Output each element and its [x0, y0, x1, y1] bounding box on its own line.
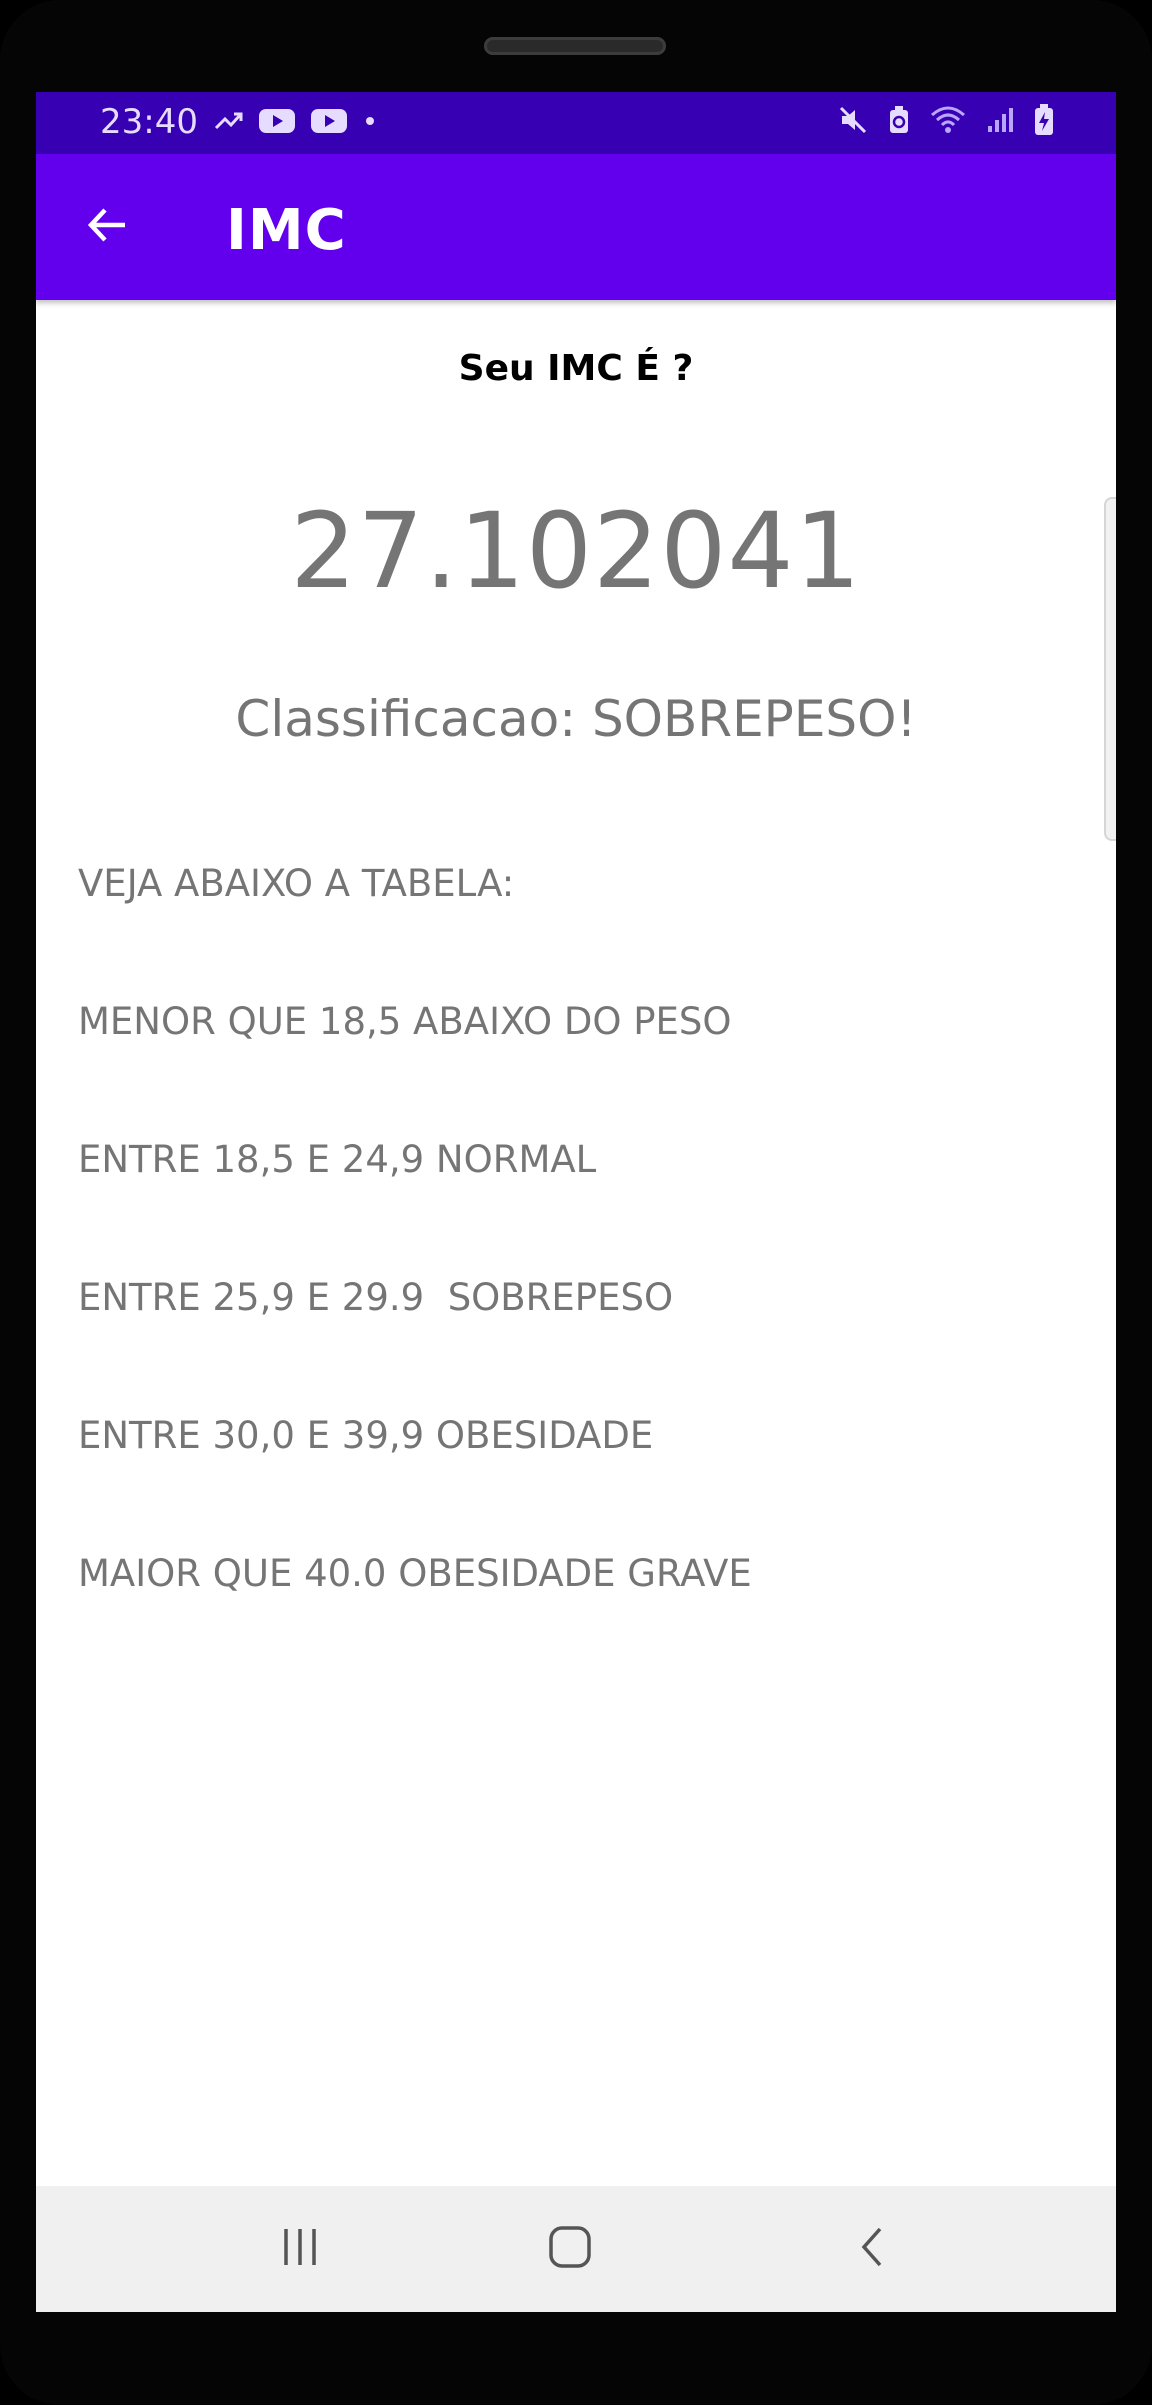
table-row: ENTRE 18,5 E 24,9 NORMAL [78, 1138, 597, 1181]
system-nav-bar [36, 2186, 1116, 2312]
signal-icon [986, 106, 1014, 138]
home-icon [546, 2223, 594, 2275]
youtube-icon [258, 108, 296, 138]
imc-value: 27.102041 [290, 490, 862, 612]
mute-icon [838, 105, 868, 139]
table-intro: VEJA ABAIXO A TABELA: [78, 862, 515, 905]
table-row: ENTRE 30,0 E 39,9 OBESIDADE [78, 1414, 654, 1457]
app-title: IMC [226, 198, 347, 263]
status-right-icons [838, 104, 1054, 140]
back-icon [852, 2225, 892, 2273]
notification-dot-icon [362, 113, 378, 133]
recent-apps-button[interactable] [270, 2219, 330, 2279]
status-left-icons [214, 106, 378, 140]
home-button[interactable] [540, 2219, 600, 2279]
status-bar: 23:40 [36, 92, 1116, 154]
classification-text: Classificacao: SOBREPESO! [235, 690, 917, 748]
battery-saver-icon [888, 105, 910, 139]
wifi-icon [930, 105, 966, 139]
youtube-icon [310, 108, 348, 138]
app-bar: IMC [36, 154, 1116, 300]
table-row: MAIOR QUE 40.0 OBESIDADE GRAVE [78, 1552, 752, 1595]
table-row: ENTRE 25,9 E 29.9 SOBREPESO [78, 1276, 674, 1319]
earpiece-speaker [484, 37, 666, 55]
scrollbar[interactable] [1104, 497, 1116, 841]
result-heading: Seu IMC É ? [458, 348, 694, 389]
table-row: MENOR QUE 18,5 ABAIXO DO PESO [78, 1000, 732, 1043]
phone-frame: 23:40 IMC Seu IMC É ? 27.102041 Classifi… [0, 0, 1152, 2405]
screen: 23:40 IMC Seu IMC É ? 27.102041 Classifi… [36, 92, 1116, 2312]
arrow-back-icon [83, 201, 131, 253]
battery-charging-icon [1034, 104, 1054, 140]
status-time: 23:40 [100, 102, 198, 142]
nav-back-button[interactable] [842, 2219, 902, 2279]
back-button[interactable] [76, 196, 138, 258]
trending-up-icon [214, 110, 244, 136]
recent-apps-icon [278, 2225, 322, 2273]
